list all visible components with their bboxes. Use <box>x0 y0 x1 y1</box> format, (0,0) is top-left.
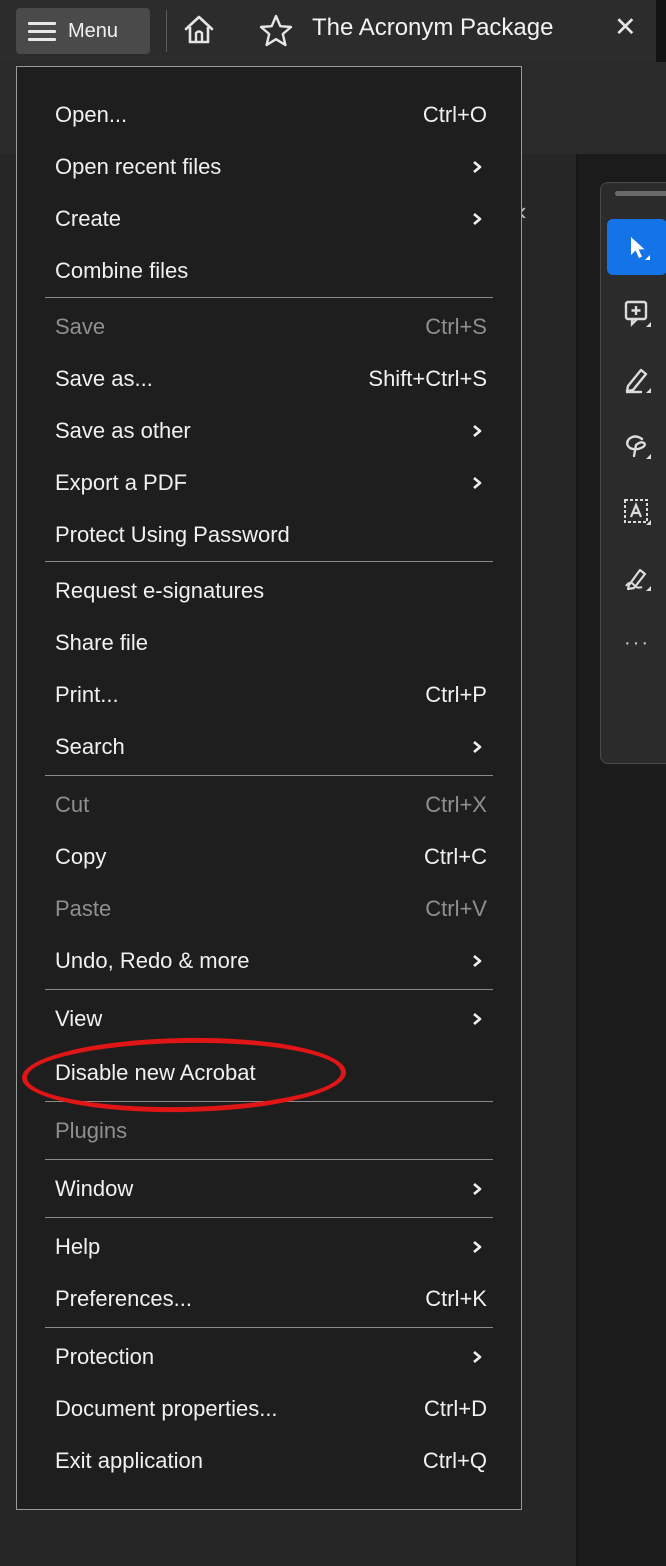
add-comment-icon[interactable] <box>607 285 666 341</box>
menu-item-shortcut: Shift+Ctrl+S <box>368 366 487 391</box>
menu-item-shortcut: Ctrl+K <box>425 1286 487 1311</box>
menu-item-label: View <box>55 1006 103 1031</box>
menu-item-share-file[interactable]: Share file <box>17 617 521 669</box>
chevron-right-icon <box>473 1183 482 1195</box>
menu-item-protection[interactable]: Protection <box>17 1331 521 1383</box>
menu-item-exit-application[interactable]: Exit application Ctrl+Q <box>17 1435 521 1487</box>
sign-icon[interactable] <box>607 549 666 605</box>
menu-item-copy[interactable]: Copy Ctrl+C <box>17 831 521 883</box>
menu-item-export-a-pdf[interactable]: Export a PDF <box>17 457 521 509</box>
menu-item-label: Document properties... <box>55 1396 278 1421</box>
menu-item-shortcut: Ctrl+P <box>425 682 487 707</box>
menu-item-label: Cut <box>55 792 90 817</box>
menu-item-label: Save <box>55 314 106 339</box>
menu-item-label: Protection <box>55 1344 155 1369</box>
menu-item-request-e-signatures[interactable]: Request e-signatures <box>17 565 521 617</box>
menu-item-label: Paste <box>55 896 112 921</box>
highlight-pen-icon[interactable] <box>607 351 666 407</box>
star-icon[interactable] <box>258 13 294 49</box>
menu-item-label: Create <box>55 206 122 231</box>
menu-item-preferences[interactable]: Preferences... Ctrl+K <box>17 1273 521 1325</box>
chevron-right-icon <box>473 161 482 173</box>
chevron-right-icon <box>473 425 482 437</box>
menu-item-save-as[interactable]: Save as... Shift+Ctrl+S <box>17 353 521 405</box>
menu-item-label: Copy <box>55 844 107 869</box>
menu-item-label: Window <box>55 1176 134 1201</box>
menu-item-shortcut: Ctrl+O <box>422 102 487 127</box>
chevron-right-icon <box>473 1013 482 1025</box>
menu-item-label: Open recent files <box>55 154 222 179</box>
menu-item-shortcut: Ctrl+D <box>424 1396 487 1421</box>
menu-item-undo-redo-more[interactable]: Undo, Redo & more <box>17 935 521 987</box>
menu-item-label: Protect Using Password <box>55 522 290 547</box>
chevron-right-icon <box>473 741 482 753</box>
menu-item-create[interactable]: Create <box>17 193 521 245</box>
chevron-right-icon <box>473 1351 482 1363</box>
menu-item-label: Search <box>55 734 125 759</box>
menu-item-view[interactable]: View <box>17 993 521 1045</box>
menu-item-save-as-other[interactable]: Save as other <box>17 405 521 457</box>
menu-item-label: Plugins <box>55 1118 128 1143</box>
menu-button-label: Menu <box>68 19 119 42</box>
menu-item-shortcut: Ctrl+C <box>424 844 487 869</box>
menu-item-label: Undo, Redo & more <box>55 948 250 973</box>
menu-separator <box>45 1159 493 1160</box>
menu-item-open-recent-files[interactable]: Open recent files <box>17 141 521 193</box>
toolbar-divider <box>166 10 167 52</box>
menu-item-window[interactable]: Window <box>17 1163 521 1215</box>
tab-bar-edge <box>656 0 666 62</box>
menu-item-combine-files[interactable]: Combine files <box>17 245 521 297</box>
menu-item-label: Share file <box>55 630 148 655</box>
close-icon[interactable]: ✕ <box>614 12 637 43</box>
menu-item-paste[interactable]: Paste Ctrl+V <box>17 883 521 935</box>
menu-separator <box>45 1217 493 1218</box>
lasso-draw-icon[interactable] <box>607 417 666 473</box>
menu-item-label: Print... <box>55 682 119 707</box>
menu-item-label: Preferences... <box>55 1286 192 1311</box>
menu-separator <box>45 1327 493 1328</box>
menu-item-shortcut: Ctrl+V <box>425 896 487 921</box>
menu-item-label: Combine files <box>55 258 189 283</box>
menu-item-search[interactable]: Search <box>17 721 521 773</box>
menu-item-print[interactable]: Print... Ctrl+P <box>17 669 521 721</box>
hamburger-icon <box>28 21 56 41</box>
menu-item-protect-using-password[interactable]: Protect Using Password <box>17 509 521 561</box>
more-tools-button[interactable]: ··· <box>607 615 666 671</box>
chevron-right-icon <box>473 477 482 489</box>
menu-item-label: Save as... <box>55 366 153 391</box>
menu-item-shortcut: Ctrl+Q <box>422 1448 487 1473</box>
more-dots-icon: ··· <box>624 631 650 654</box>
menu-item-cut[interactable]: Cut Ctrl+X <box>17 779 521 831</box>
menu-item-open[interactable]: Open... Ctrl+O <box>17 89 521 141</box>
menu-separator <box>45 775 493 776</box>
chevron-right-icon <box>473 955 482 967</box>
home-icon[interactable] <box>182 13 216 47</box>
menu-item-save[interactable]: Save Ctrl+S <box>17 301 521 353</box>
menu-item-document-properties[interactable]: Document properties... Ctrl+D <box>17 1383 521 1435</box>
menu-item-label: Exit application <box>55 1448 203 1473</box>
document-tab-title[interactable]: The Acronym Package <box>312 14 553 42</box>
menu-button[interactable]: Menu <box>16 8 150 54</box>
menu-item-label: Help <box>55 1234 101 1259</box>
select-arrow-icon[interactable] <box>607 219 666 275</box>
menu-separator <box>45 561 493 562</box>
menu-item-shortcut: Ctrl+S <box>425 314 487 339</box>
menu-item-plugins[interactable]: Plugins <box>17 1105 521 1157</box>
menu-item-label: Request e-signatures <box>55 578 265 603</box>
menu-separator <box>45 297 493 298</box>
menu-item-shortcut: Ctrl+X <box>425 792 487 817</box>
chevron-right-icon <box>473 213 482 225</box>
menu-item-help[interactable]: Help <box>17 1221 521 1273</box>
chevron-right-icon <box>473 1241 482 1253</box>
quick-tools-toolbar: ··· <box>600 182 666 764</box>
text-recognition-icon[interactable] <box>607 483 666 539</box>
menu-separator <box>45 989 493 990</box>
menu-item-label: Open... <box>55 102 128 127</box>
menu-item-label: Export a PDF <box>55 470 188 495</box>
tab-bar: Menu The Acronym Package ✕ <box>0 0 666 62</box>
toolbar-grip-handle[interactable] <box>615 191 666 196</box>
main-menu-dropdown: Open... Ctrl+O Open recent files Create … <box>16 66 522 1510</box>
menu-item-label: Save as other <box>55 418 191 443</box>
